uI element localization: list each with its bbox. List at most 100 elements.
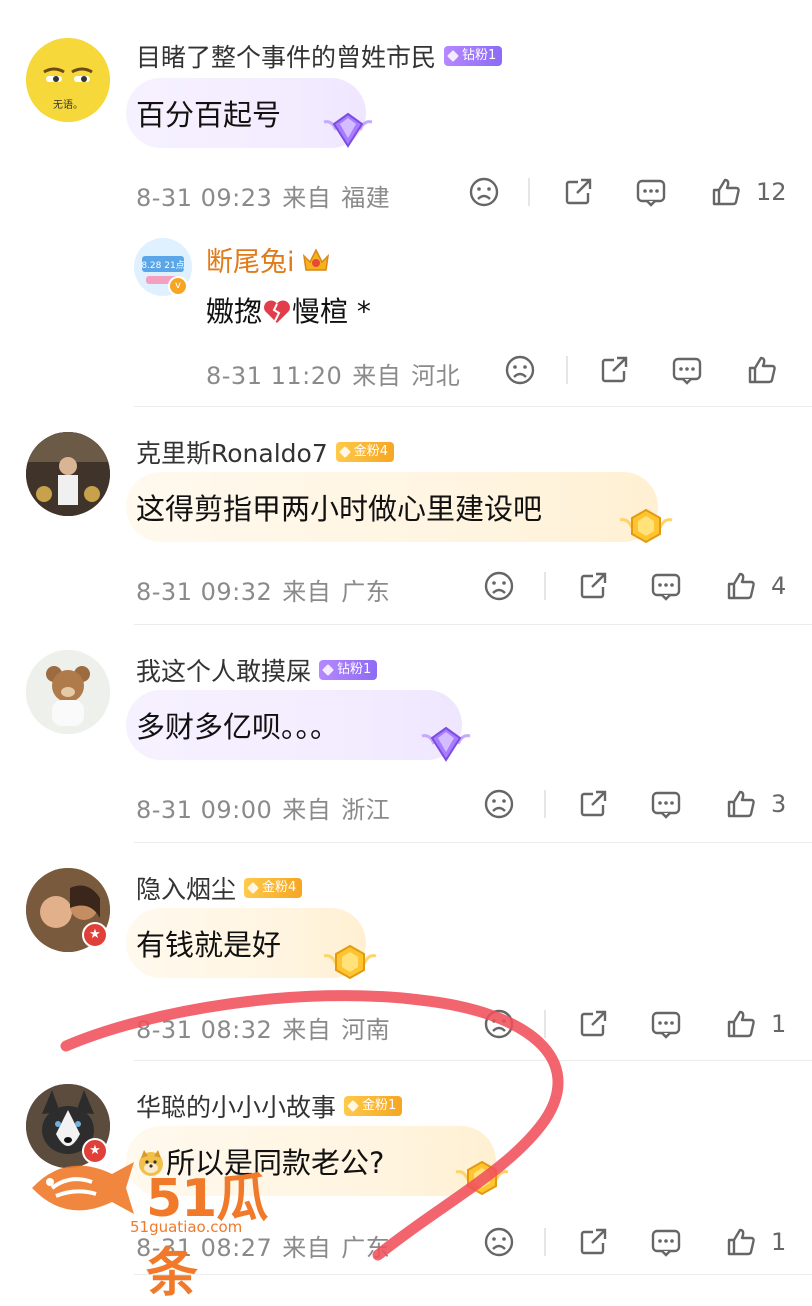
like-count: 12 <box>756 178 787 206</box>
like-button[interactable]: 4 <box>725 566 786 606</box>
reply-button[interactable] <box>635 172 667 212</box>
verified-badge: v <box>168 276 188 296</box>
like-button[interactable]: 12 <box>710 172 787 212</box>
fan-badge[interactable]: 钻粉1 <box>319 660 378 680</box>
reply-text: 嫐揔 慢楦 * <box>206 295 371 328</box>
avatar[interactable] <box>26 432 110 516</box>
fan-badge[interactable]: 金粉4 <box>335 442 395 462</box>
watermark-logo: 51瓜条 51guatiao.com <box>26 1148 296 1304</box>
username[interactable]: 我这个人敢摸屎 钻粉1 <box>136 652 378 688</box>
comment-item: ★ 隐入烟尘 金粉4 有钱就是好 8-31 08:32 来自 河南 1 <box>0 846 812 1062</box>
thumbs-up-icon <box>727 1010 755 1038</box>
comment-text: 多财多亿呗。。。 <box>136 710 340 744</box>
comment-text: 有钱就是好 <box>136 928 282 962</box>
reply-action-bar <box>0 350 812 390</box>
username[interactable]: 隐入烟尘 金粉4 <box>136 870 303 906</box>
fan-badge[interactable]: 钻粉1 <box>444 46 503 66</box>
divider <box>134 842 812 843</box>
comment-icon <box>636 179 666 207</box>
watermark-url: 51guatiao.com <box>130 1218 243 1236</box>
dislike-button[interactable] <box>483 1222 515 1262</box>
comment-item: 我这个人敢摸屎 钻粉1 多财多亿呗。。。 8-31 09:00 来自 浙江 3 <box>0 628 812 846</box>
reply-button[interactable] <box>650 566 682 606</box>
comment-icon <box>651 1229 681 1257</box>
action-bar: 1 <box>0 1004 812 1044</box>
dislike-button[interactable] <box>483 784 515 824</box>
thumbs-up-icon <box>727 790 755 818</box>
frown-icon <box>484 1009 514 1039</box>
like-button[interactable]: 1 <box>725 1222 786 1262</box>
comment-icon <box>651 791 681 819</box>
comment-icon <box>651 573 681 601</box>
share-icon <box>601 356 628 383</box>
fan-badge[interactable]: 金粉1 <box>344 1096 403 1116</box>
teddy-bear-avatar-icon <box>26 650 110 734</box>
svg-text:无语。: 无语。 <box>53 99 83 111</box>
share-button[interactable] <box>598 350 630 390</box>
dislike-button[interactable] <box>504 350 536 390</box>
comment-text: 百分百起号 <box>136 98 282 132</box>
broken-heart-icon <box>264 300 290 323</box>
share-button[interactable] <box>562 172 594 212</box>
avatar[interactable] <box>26 650 110 734</box>
dislike-button[interactable] <box>468 172 500 212</box>
like-count: 1 <box>771 1010 787 1038</box>
comment-icon <box>651 1011 681 1039</box>
share-icon <box>580 790 607 817</box>
share-icon <box>580 1010 607 1037</box>
divider <box>134 624 812 625</box>
thumbs-up-icon <box>748 356 776 384</box>
gold-emblem-icon <box>455 1160 509 1196</box>
frown-icon <box>505 355 535 385</box>
like-count: 1 <box>771 1228 787 1256</box>
username[interactable]: 华聪的小小小故事 金粉1 <box>136 1088 403 1124</box>
comment-item: 无语。 目睹了整个事件的曾姓市民 钻粉1 百分百起号 8-31 09:23 来自福… <box>0 0 812 410</box>
frown-icon <box>484 571 514 601</box>
meh-face-icon: 无语。 <box>26 38 110 122</box>
avatar[interactable]: 无语。 <box>26 38 110 122</box>
reply-username[interactable]: 断尾兔i <box>206 240 331 279</box>
crown-icon <box>302 247 329 271</box>
comment-text: 这得剪指甲两小时做心里建设吧 <box>136 492 543 526</box>
share-button[interactable] <box>577 566 609 606</box>
fan-badge[interactable]: 金粉4 <box>244 878 303 898</box>
username[interactable]: 克里斯Ronaldo7 金粉4 <box>136 434 395 470</box>
share-button[interactable] <box>577 1004 609 1044</box>
frown-icon <box>484 1227 514 1257</box>
action-bar: 12 <box>0 172 812 212</box>
dislike-button[interactable] <box>483 1004 515 1044</box>
action-bar: 4 <box>0 566 812 606</box>
like-button[interactable]: 1 <box>725 1004 786 1044</box>
reply-button[interactable] <box>650 1222 682 1262</box>
share-button[interactable] <box>577 1222 609 1262</box>
comment-item: 克里斯Ronaldo7 金粉4 这得剪指甲两小时做心里建设吧 8-31 09:3… <box>0 410 812 628</box>
divider <box>134 1060 812 1061</box>
thumbs-up-icon <box>727 1228 755 1256</box>
svg-text:8.28 21点: 8.28 21点 <box>141 260 184 271</box>
fish-logo-icon <box>32 1162 134 1214</box>
like-count: 3 <box>771 790 787 818</box>
diamond-emblem-icon <box>421 726 471 762</box>
thumbs-up-icon <box>712 178 740 206</box>
dislike-button[interactable] <box>483 566 515 606</box>
diamond-emblem-icon <box>323 112 373 148</box>
like-button[interactable] <box>746 350 778 390</box>
frown-icon <box>484 789 514 819</box>
reply-button[interactable] <box>650 784 682 824</box>
action-bar: 3 <box>0 784 812 824</box>
share-icon <box>580 572 607 599</box>
like-button[interactable]: 3 <box>725 784 786 824</box>
gold-emblem-icon <box>323 944 377 980</box>
frown-icon <box>469 177 499 207</box>
photo-avatar-icon <box>26 432 110 516</box>
share-icon <box>565 178 592 205</box>
reply-button[interactable] <box>650 1004 682 1044</box>
verified-badge: ★ <box>82 922 108 948</box>
gold-emblem-icon <box>619 508 673 544</box>
username[interactable]: 目睹了整个事件的曾姓市民 钻粉1 <box>136 38 503 74</box>
reply-button[interactable] <box>671 350 703 390</box>
like-count: 4 <box>771 572 787 600</box>
comment-icon <box>672 357 702 385</box>
thumbs-up-icon <box>727 572 755 600</box>
share-button[interactable] <box>577 784 609 824</box>
